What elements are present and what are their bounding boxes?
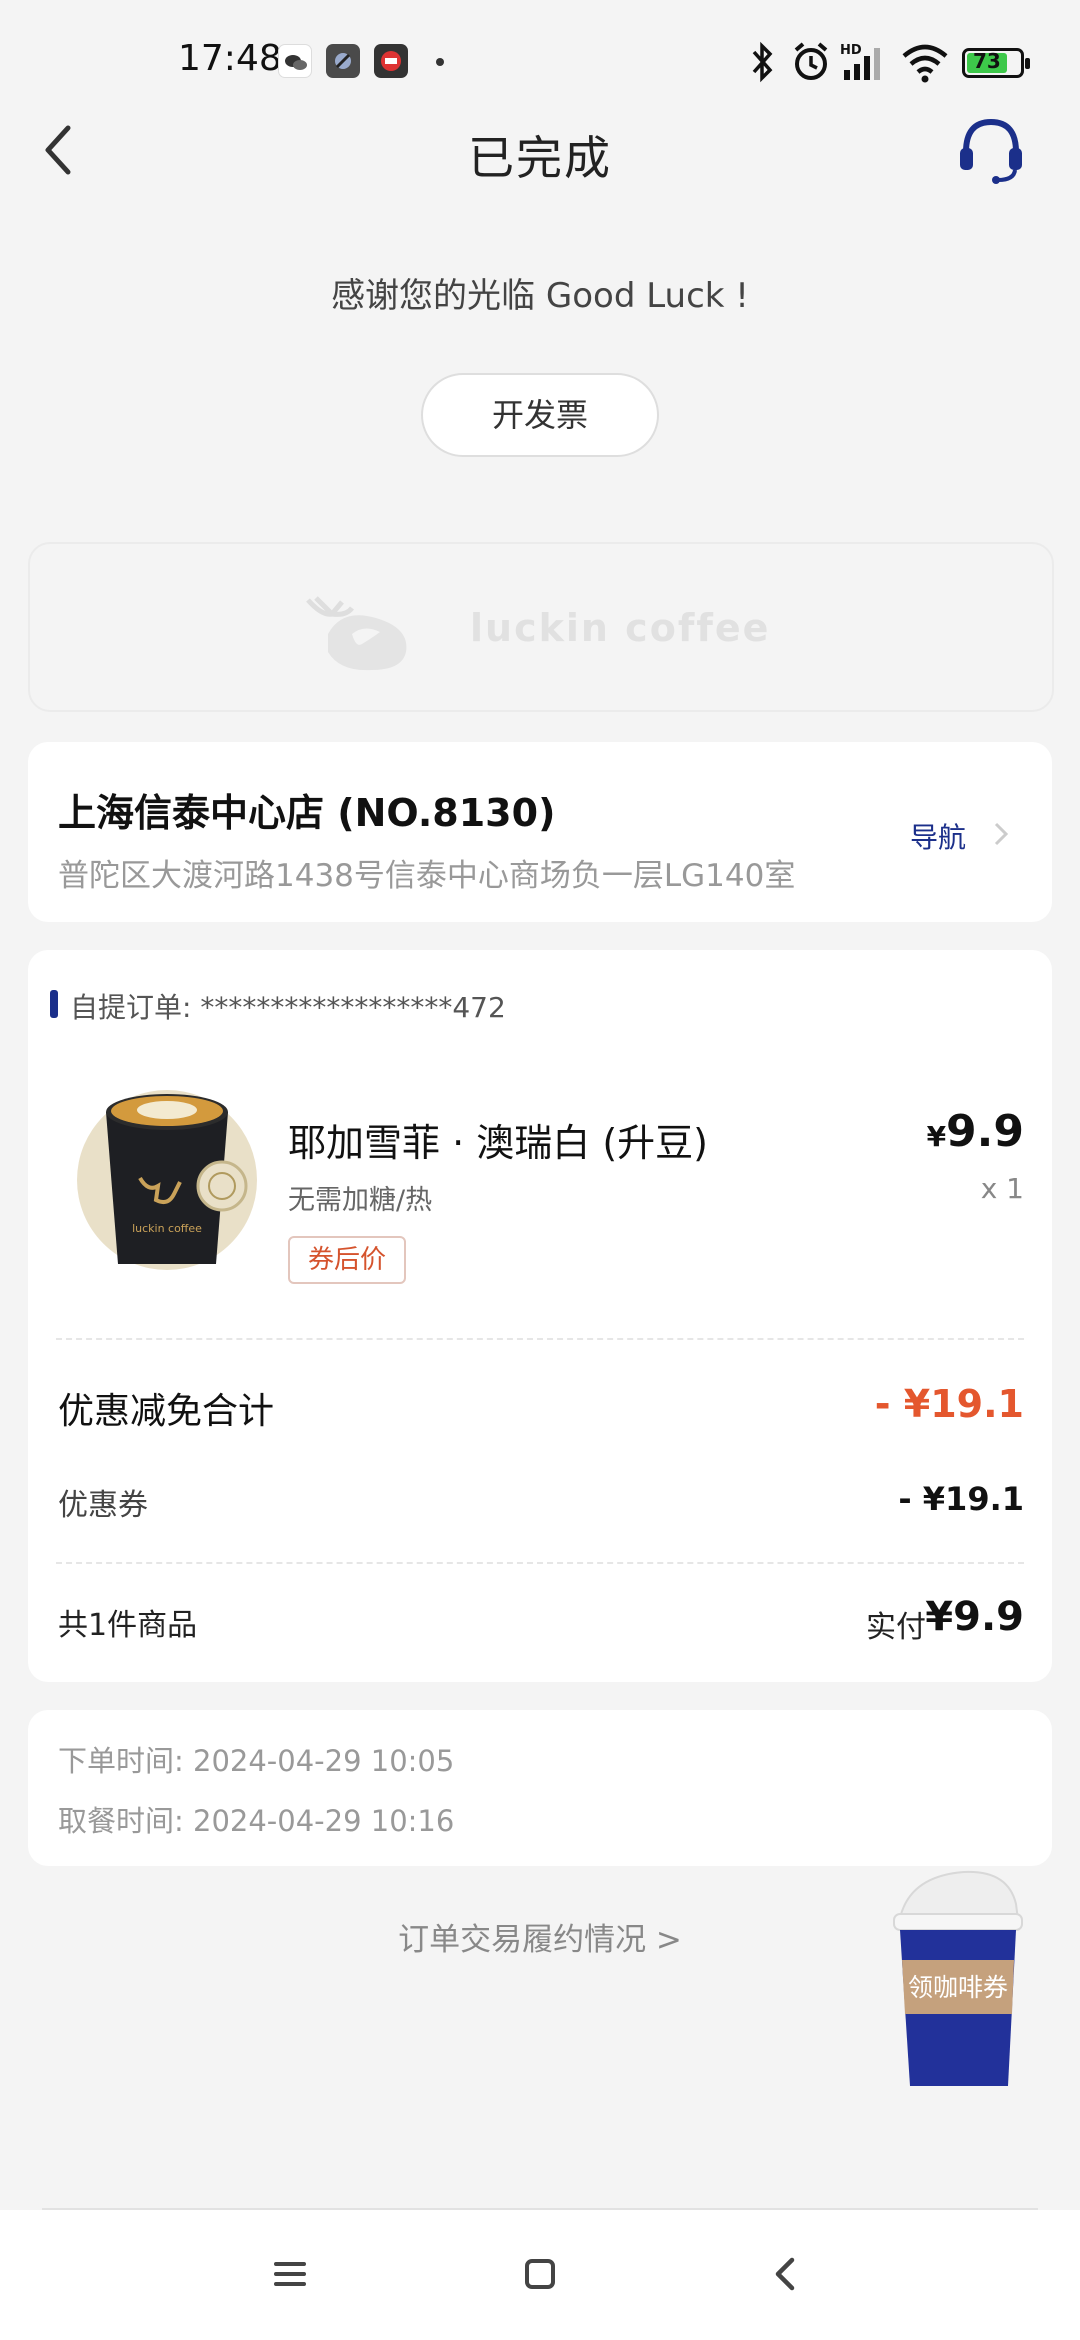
paid-amount: ¥9.9 xyxy=(925,1594,1024,1640)
order-times-card: 下单时间: 2024-04-29 10:05 取餐时间: 2024-04-29 … xyxy=(28,1710,1052,1866)
luckin-deer-logo-icon xyxy=(306,596,407,671)
brand-logo-text: luckin coffee xyxy=(470,606,771,650)
get-coupon-label: 领咖啡券 xyxy=(907,1973,1008,2002)
after-coupon-price-tag: 券后价 xyxy=(288,1236,406,1284)
discount-total-label: 优惠减免合计 xyxy=(58,1391,275,1432)
signal-icon: HD xyxy=(840,43,880,80)
pickup-time: 取餐时间: 2024-04-29 10:16 xyxy=(58,1804,455,1838)
issue-invoice-button[interactable]: 开发票 xyxy=(421,373,659,457)
alarm-icon xyxy=(794,42,828,80)
thank-you-message: 感谢您的光临 Good Luck ! xyxy=(331,276,749,316)
item-count: 共1件商品 xyxy=(58,1608,198,1643)
product-cup-image: luckin coffee xyxy=(77,1090,257,1270)
status-bar: 17:48 HD 73 xyxy=(0,0,1080,130)
status-time: 17:48 xyxy=(178,38,282,79)
order-card: 自提订单: ******************472 luckin coffe… xyxy=(28,950,1052,1682)
get-coffee-coupon-button[interactable]: 领咖啡券 xyxy=(886,1864,1028,2092)
store-card: 上海信泰中心店 (NO.8130) 普陀区大渡河路1438号信泰中心商场负一层L… xyxy=(28,742,1052,922)
chevron-right-icon[interactable] xyxy=(986,820,1014,848)
navigation-link[interactable]: 导航 xyxy=(910,816,966,856)
svg-text:HD: HD xyxy=(840,43,862,58)
product-price: ¥9.9 xyxy=(927,1106,1024,1157)
product-name: 耶加雪菲 · 澳瑞白 (升豆) xyxy=(288,1121,708,1165)
coupon-label: 优惠券 xyxy=(58,1488,148,1523)
bluetooth-icon xyxy=(752,41,773,83)
product-spec: 无需加糖/热 xyxy=(288,1185,433,1216)
brand-banner: luckin coffee xyxy=(28,542,1054,712)
store-name: 上海信泰中心店 (NO.8130) xyxy=(58,791,556,835)
order-time: 下单时间: 2024-04-29 10:05 xyxy=(58,1744,455,1778)
customer-service-headset-icon[interactable] xyxy=(956,114,1026,186)
paid-label: 实付 xyxy=(866,1610,926,1645)
product-quantity: x 1 xyxy=(980,1172,1024,1205)
store-address: 普陀区大渡河路1438号信泰中心商场负一层LG140室 xyxy=(58,858,796,894)
discount-total-value: - ¥19.1 xyxy=(874,1382,1024,1426)
system-navigation-bar xyxy=(0,2210,1080,2340)
battery-level: 73 xyxy=(973,49,1001,73)
red-app-notification-icon xyxy=(374,44,408,78)
coupon-value: - ¥19.1 xyxy=(898,1480,1024,1518)
battery-icon: 73 xyxy=(962,48,1030,78)
back-icon[interactable] xyxy=(766,2254,806,2294)
order-number: 自提订单: ******************472 xyxy=(70,991,506,1024)
currency-symbol: ¥ xyxy=(926,1120,947,1153)
wifi-icon xyxy=(902,44,948,83)
divider xyxy=(56,1338,1024,1340)
cup-brand-text: luckin coffee xyxy=(132,1222,202,1235)
app-notification-icon xyxy=(326,44,360,78)
product-price-value: 9.9 xyxy=(946,1106,1024,1157)
page-title: 已完成 xyxy=(468,131,612,185)
wechat-notification-icon xyxy=(278,44,312,78)
order-accent-bar xyxy=(50,990,58,1018)
more-notifications-dot xyxy=(436,58,444,66)
home-icon[interactable] xyxy=(520,2254,560,2294)
divider xyxy=(56,1562,1024,1564)
menu-icon[interactable] xyxy=(270,2254,310,2294)
